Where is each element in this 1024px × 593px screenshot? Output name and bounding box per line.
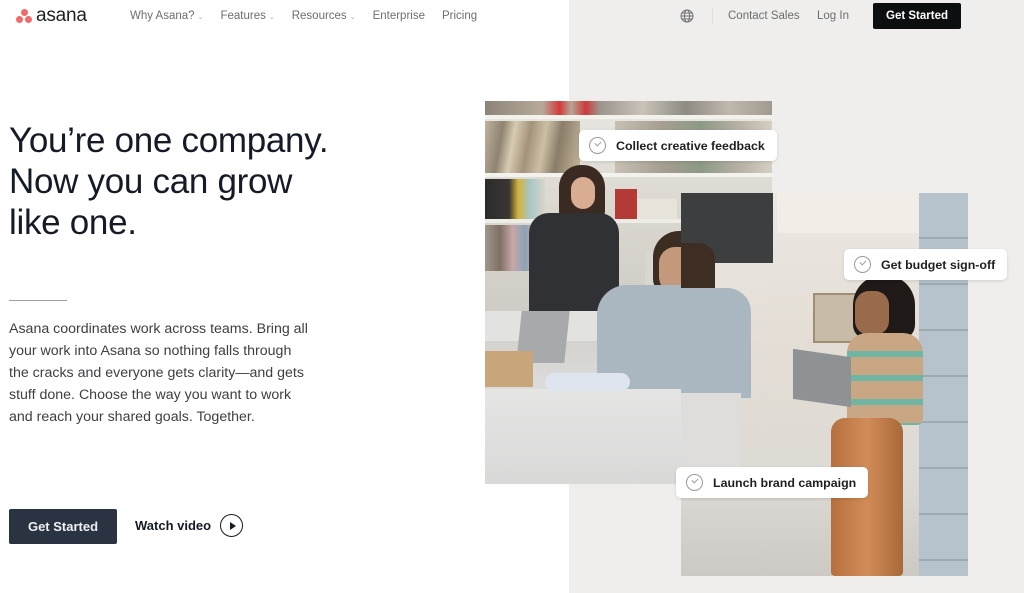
task-chip-launch-campaign: Launch brand campaign (676, 467, 869, 498)
hero-title-line: Now you can grow (9, 162, 293, 201)
hero-get-started-button[interactable]: Get Started (9, 509, 117, 544)
watch-video-link[interactable]: Watch video (135, 514, 244, 537)
nav-label: Enterprise (372, 10, 425, 22)
hero-title: You’re one company. Now you can grow lik… (9, 120, 409, 243)
main-nav: Why Asana? ⌄ Features ⌄ Resources ⌄ Enterpr… (130, 10, 494, 22)
nav-enterprise[interactable]: Enterprise (373, 10, 425, 22)
check-circle-icon (686, 474, 703, 491)
nav-label: Features (220, 10, 266, 22)
asana-logo-icon (16, 9, 32, 23)
task-label: Collect creative feedback (616, 138, 765, 153)
hero-title-line: You’re one company. (9, 121, 329, 160)
check-circle-icon (589, 137, 606, 154)
nav-divider (712, 9, 713, 23)
hero-divider (9, 300, 67, 301)
task-chip-collect-feedback: Collect creative feedback (579, 130, 777, 161)
nav-features[interactable]: Features ⌄ (220, 10, 274, 22)
hero-title-line: like one. (9, 203, 137, 242)
top-nav: asana Why Asana? ⌄ Features ⌄ Resources ⌄ E… (0, 0, 1024, 34)
chevron-down-icon: ⌄ (268, 14, 275, 21)
nav-label: Resources (291, 10, 347, 22)
nav-resources[interactable]: Resources ⌄ (292, 10, 356, 22)
chevron-down-icon: ⌄ (197, 14, 204, 21)
nav-label: Why Asana? (130, 10, 195, 22)
chevron-down-icon: ⌄ (349, 14, 356, 21)
task-chip-budget-signoff: Get budget sign-off (844, 249, 1008, 280)
hero-description: Asana coordinates work across teams. Bri… (9, 321, 308, 425)
play-circle-icon (220, 514, 244, 537)
asana-logo[interactable]: asana (16, 5, 87, 26)
globe-icon[interactable] (680, 9, 694, 23)
log-in-link[interactable]: Log In (817, 10, 849, 22)
watch-video-label: Watch video (135, 518, 212, 533)
task-label: Get budget sign-off (881, 257, 996, 272)
task-label: Launch brand campaign (713, 475, 857, 490)
nav-why-asana[interactable]: Why Asana? ⌄ (130, 10, 203, 22)
contact-sales-link[interactable]: Contact Sales (728, 10, 800, 22)
nav-label: Pricing (441, 10, 478, 22)
logo-wordmark: asana (36, 5, 87, 26)
nav-get-started-button[interactable]: Get Started (873, 3, 961, 29)
check-circle-icon (854, 256, 871, 273)
nav-pricing[interactable]: Pricing (442, 10, 477, 22)
